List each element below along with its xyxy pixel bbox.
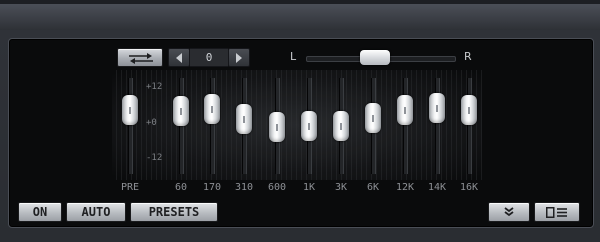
preset-number: 0 (190, 48, 228, 67)
scale-bottom-label: -12 (146, 153, 163, 163)
auto-button[interactable]: AUTO (66, 202, 126, 222)
band-frequency-label: 310 (234, 182, 254, 193)
band-track[interactable] (467, 78, 472, 174)
band-frequency-label: 14K (427, 182, 447, 193)
band-frequency-label: 6K (366, 182, 380, 193)
band-track[interactable] (210, 78, 215, 174)
scale-mid-label: +0 (146, 118, 157, 128)
band-slider-knob[interactable] (122, 94, 138, 125)
band-slider-knob[interactable] (173, 96, 189, 127)
band-slider-knob[interactable] (301, 111, 317, 141)
band-slider-knob[interactable] (429, 92, 445, 123)
on-button[interactable]: ON (18, 202, 62, 222)
band-frequency-label: 600 (267, 182, 287, 193)
triangle-right-icon (236, 53, 242, 63)
menu-button[interactable] (534, 202, 580, 222)
balance-knob[interactable] (360, 50, 391, 65)
menu-list-icon (546, 207, 567, 218)
band-slider-knob[interactable] (365, 103, 381, 134)
band-frequency-label: 3K (334, 182, 348, 193)
band-frequency-label: 1K (302, 182, 316, 193)
band-slider-knob[interactable] (461, 95, 477, 126)
band-slider-knob[interactable] (333, 111, 349, 141)
band-track[interactable] (403, 78, 408, 174)
equalizer-window: 0 L R +12 +0 -12 PRE 60 170 310 600 1K 3K 6K 12K… (0, 0, 600, 242)
link-sliders-button[interactable] (117, 48, 163, 67)
equalizer-background (112, 70, 482, 180)
balance-right-label: R (464, 50, 472, 63)
band-frequency-label: 60 (174, 182, 188, 193)
preset-prev-button[interactable] (168, 48, 190, 67)
triangle-left-icon (176, 53, 182, 63)
balance-left-label: L (290, 50, 297, 63)
band-frequency-label: 170 (202, 182, 222, 193)
preset-next-button[interactable] (228, 48, 250, 67)
band-slider-knob[interactable] (236, 104, 252, 135)
presets-button[interactable]: PRESETS (130, 202, 218, 222)
band-frequency-label: 12K (395, 182, 415, 193)
band-slider-knob[interactable] (204, 93, 220, 124)
band-slider-knob[interactable] (397, 95, 413, 126)
band-slider-knob[interactable] (269, 112, 285, 143)
title-bar[interactable] (0, 4, 600, 30)
band-track[interactable] (128, 78, 133, 174)
double-chevron-down-icon (504, 207, 514, 217)
band-frequency-label: PRE (120, 182, 140, 193)
scale-top-label: +12 (146, 82, 163, 92)
band-frequency-label: 16K (459, 182, 479, 193)
collapse-button[interactable] (488, 202, 530, 222)
arrows-icon (129, 53, 153, 64)
